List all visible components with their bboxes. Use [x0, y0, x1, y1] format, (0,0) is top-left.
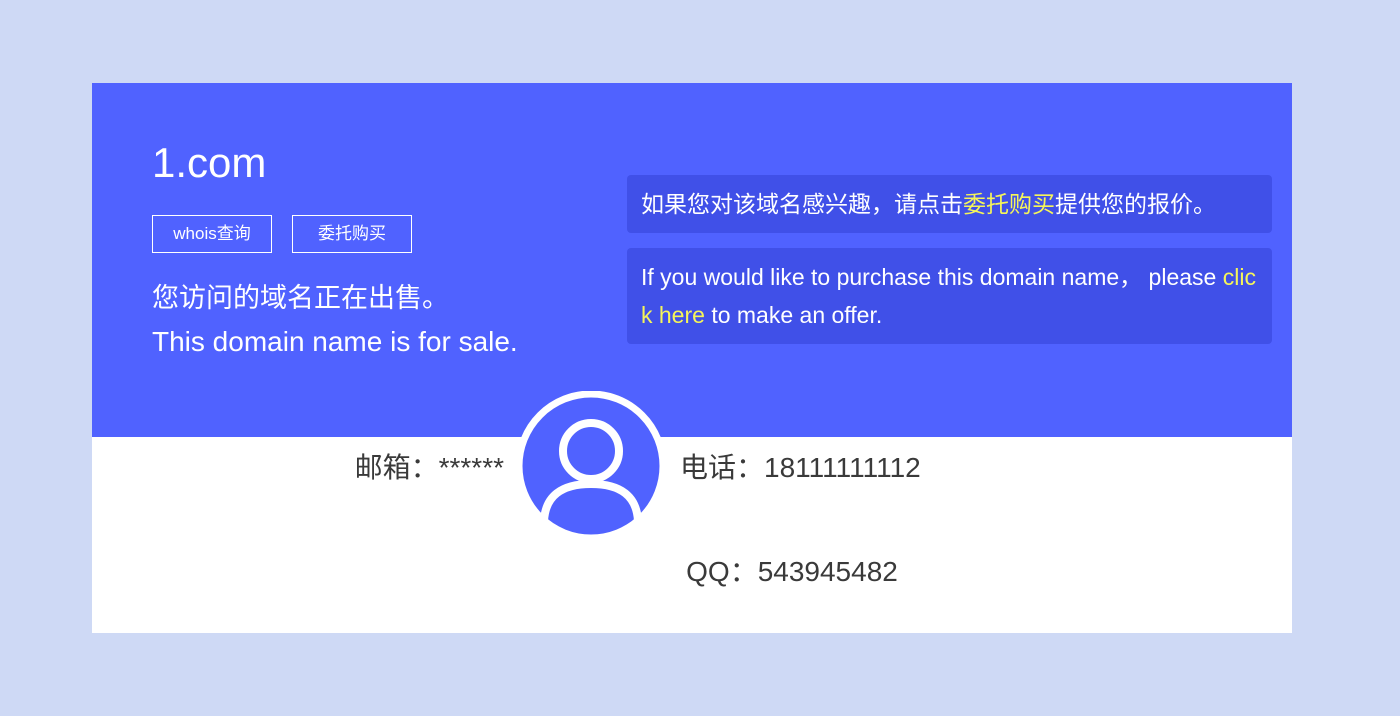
user-avatar-icon: [516, 391, 666, 541]
offer-info-en-prefix: If you would like to purchase this domai…: [641, 264, 1223, 290]
contact-email: 邮箱：******: [354, 452, 504, 483]
for-sale-text-cn: 您访问的域名正在出售。: [152, 283, 449, 313]
offer-info-en-suffix: to make an offer.: [704, 302, 883, 328]
domain-title: 1.com: [152, 139, 267, 186]
domain-sale-card: 1.com whois查询 委托购买 您访问的域名正在出售。 This doma…: [92, 83, 1292, 633]
offer-info-cn-suffix: 提供您的报价。: [1055, 191, 1216, 217]
whois-button[interactable]: whois查询: [152, 215, 272, 253]
contact-qq: QQ：543945482: [686, 556, 898, 587]
hero-banner: 1.com whois查询 委托购买 您访问的域名正在出售。 This doma…: [92, 83, 1292, 437]
entrust-purchase-link[interactable]: 委托购买: [963, 191, 1055, 217]
offer-info-en: If you would like to purchase this domai…: [627, 248, 1272, 344]
contact-phone: 电话：18111111112: [680, 452, 921, 483]
entrust-purchase-button[interactable]: 委托购买: [292, 215, 412, 253]
offer-info-cn-prefix: 如果您对该域名感兴趣，请点击: [641, 191, 963, 217]
for-sale-text-en: This domain name is for sale.: [152, 326, 518, 357]
offer-info-cn: 如果您对该域名感兴趣，请点击委托购买提供您的报价。: [627, 175, 1272, 233]
